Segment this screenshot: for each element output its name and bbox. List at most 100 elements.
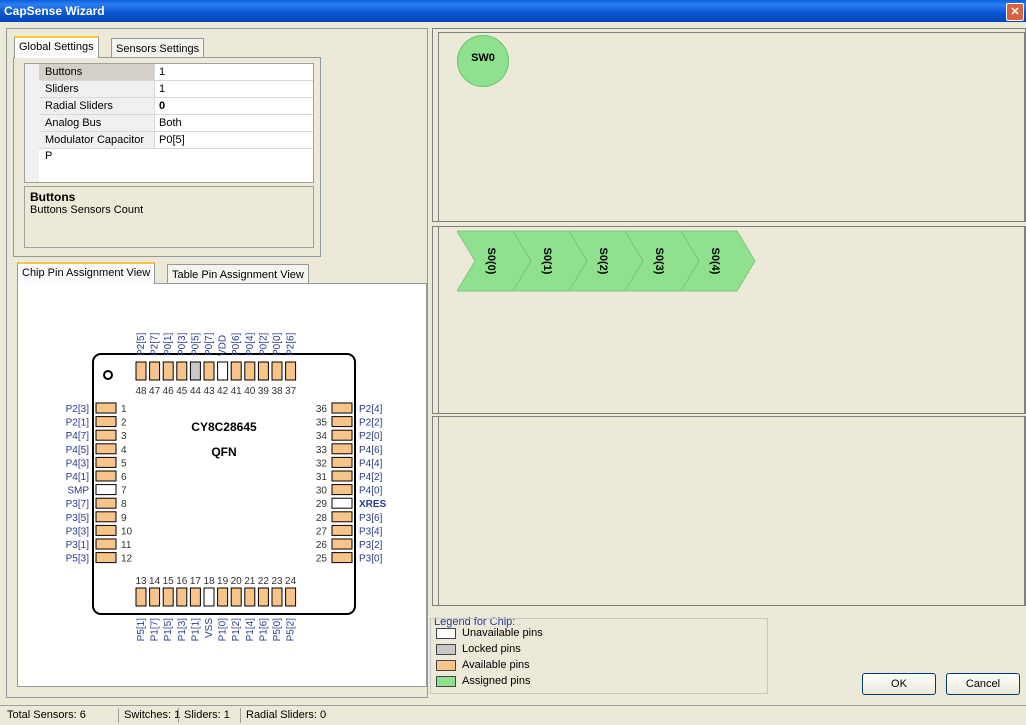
legend-swatch — [436, 628, 456, 639]
right-pin — [331, 402, 353, 414]
top-pin-label: P0[1] — [163, 332, 174, 356]
top-pin-number: 39 — [258, 386, 270, 397]
button-sensor-label: SW0 — [471, 52, 495, 64]
top-pin — [230, 361, 242, 381]
right-pin-label: P3[0] — [359, 554, 383, 565]
right-pin — [331, 511, 353, 523]
left-pin-label: P4[5] — [66, 445, 90, 456]
left-pin-number: 1 — [121, 404, 127, 415]
property-value[interactable]: P0[5] — [155, 132, 185, 148]
legend-swatch — [436, 676, 456, 687]
linear-slider[interactable]: S0(0) S0(1) S0(2) S0(3) S0(4) — [457, 229, 817, 309]
top-pin — [257, 361, 269, 381]
tab-table-pin-view[interactable]: Table Pin Assignment View — [167, 264, 309, 284]
top-pin — [189, 361, 201, 381]
left-pin-number: 6 — [121, 472, 127, 483]
right-pin — [331, 456, 353, 468]
left-pin-label: P3[3] — [66, 526, 90, 537]
title-bar: CapSense Wizard ✕ — [0, 0, 1026, 22]
tab-global-settings[interactable]: Global Settings — [14, 36, 99, 58]
property-row[interactable]: Sliders 1 — [39, 81, 313, 98]
left-pin — [95, 456, 117, 468]
bottom-pin-label: P1[6] — [258, 618, 269, 642]
top-pin-number: 45 — [176, 386, 188, 397]
right-pin-label: P2[2] — [359, 418, 383, 429]
bottom-pin — [203, 587, 215, 607]
bottom-pin — [230, 587, 242, 607]
property-name: Buttons — [39, 64, 155, 80]
left-pin-label: P3[1] — [66, 540, 90, 551]
property-name: Modulator Capacitor P — [39, 132, 155, 162]
bottom-pin-label: P5[1] — [136, 618, 147, 642]
buttons-pane: SW0 — [438, 32, 1025, 222]
right-pin-label: P2[4] — [359, 404, 383, 415]
status-radial-sliders: Radial Sliders: 0 — [240, 708, 331, 723]
chip-diagram: CY8C28645QFNP2[5]48P2[7]47P0[1]46P0[3]45… — [66, 332, 387, 642]
right-pin-number: 32 — [316, 458, 328, 469]
right-pin — [331, 470, 353, 482]
property-row[interactable]: Modulator Capacitor P P0[5] — [39, 132, 313, 162]
tab-chip-pin-view[interactable]: Chip Pin Assignment View — [17, 262, 156, 284]
top-pin — [176, 361, 188, 381]
bottom-pin-label: P5[0] — [272, 618, 283, 642]
bottom-pin-number: 15 — [163, 576, 175, 587]
button-sensor-sw0[interactable]: SW0 — [457, 35, 509, 87]
property-value[interactable]: Both — [155, 115, 182, 131]
left-pin-number: 10 — [121, 526, 133, 537]
left-pin-label: P2[3] — [66, 404, 90, 415]
top-pin-number: 40 — [244, 386, 256, 397]
right-pin-number: 25 — [316, 554, 328, 565]
bottom-pin — [162, 587, 174, 607]
bottom-pin-number: 16 — [176, 576, 188, 587]
left-pin-number: 3 — [121, 431, 127, 442]
property-value[interactable]: 0 — [155, 98, 165, 114]
right-pin — [331, 484, 353, 496]
bottom-pin — [244, 587, 256, 607]
top-pin — [135, 361, 147, 381]
chip-package: QFN — [211, 445, 236, 459]
left-pin-number: 4 — [121, 445, 127, 456]
right-pin-number: 36 — [316, 404, 328, 415]
bottom-pin-number: 13 — [135, 576, 147, 587]
top-pin-label: P0[0] — [272, 332, 283, 356]
legend-label: Locked pins — [462, 643, 521, 655]
right-pin-label: P2[0] — [359, 431, 383, 442]
right-pin-number: 27 — [316, 526, 328, 537]
bottom-pin-number: 14 — [149, 576, 161, 587]
top-pin — [285, 361, 297, 381]
slider-segment-label: S0(3) — [653, 248, 665, 275]
bottom-pin-label: P1[2] — [231, 618, 242, 642]
property-row[interactable]: Analog Bus Both — [39, 115, 313, 132]
bottom-pin — [271, 587, 283, 607]
right-pin — [331, 429, 353, 441]
right-pin-number: 34 — [316, 431, 328, 442]
bottom-pin-label: P1[0] — [218, 618, 229, 642]
right-pin-label: P4[0] — [359, 486, 383, 497]
property-row[interactable]: Radial Sliders 0 — [39, 98, 313, 115]
right-pin-label: P4[2] — [359, 472, 383, 483]
pin1-marker — [103, 370, 113, 380]
legend-swatch — [436, 644, 456, 655]
top-pin — [244, 361, 256, 381]
tab-sensors-settings[interactable]: Sensors Settings — [111, 38, 205, 58]
top-pin-label: P0[2] — [258, 332, 269, 356]
slider-pane: S0(0) S0(1) S0(2) S0(3) S0(4) — [438, 226, 1025, 414]
property-row[interactable]: Buttons 1 — [39, 64, 313, 81]
top-pin-label: P0[4] — [245, 332, 256, 356]
close-icon[interactable]: ✕ — [1006, 3, 1024, 21]
property-value[interactable]: 1 — [155, 81, 165, 97]
left-pin — [95, 429, 117, 441]
slider-segment-label: S0(1) — [541, 248, 553, 275]
left-pin — [95, 416, 117, 428]
top-pin-label: P2[7] — [150, 332, 161, 356]
left-pin-label: P3[7] — [66, 499, 90, 510]
cancel-button[interactable]: Cancel — [946, 673, 1020, 695]
right-pin-label: XRES — [359, 499, 387, 510]
ok-button[interactable]: OK — [862, 673, 936, 695]
status-bar: Total Sensors: 6 Switches: 1 Sliders: 1 … — [0, 705, 1026, 725]
help-title: Buttons — [30, 190, 76, 204]
left-pin — [95, 484, 117, 496]
bottom-pin-label: P1[3] — [177, 618, 188, 642]
right-pin-number: 31 — [316, 472, 328, 483]
property-value[interactable]: 1 — [155, 64, 165, 80]
